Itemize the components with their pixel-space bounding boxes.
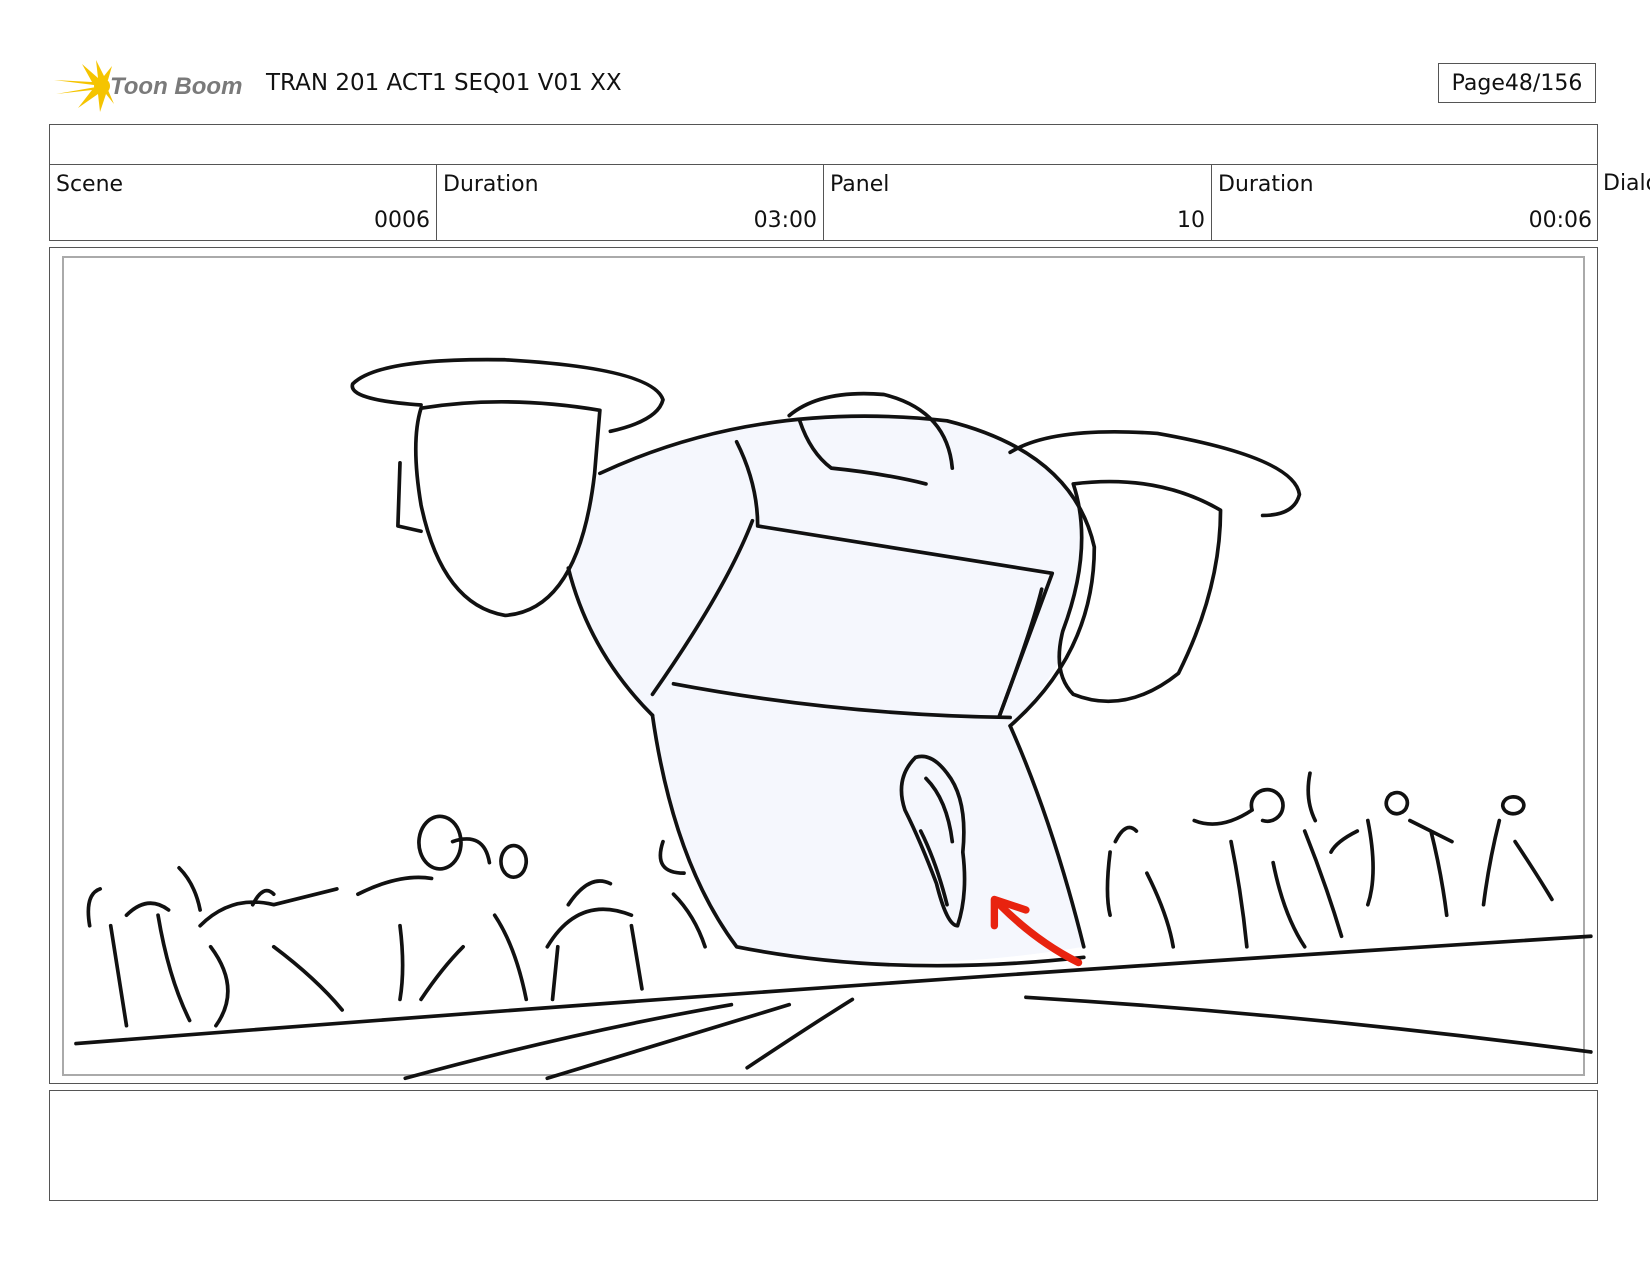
scene-duration-value: 03:00: [753, 208, 817, 233]
panel-label: Panel: [830, 172, 890, 197]
scene-duration-cell: Duration 03:00: [437, 164, 824, 241]
page-number: 48/156: [1504, 70, 1583, 96]
scene-label: Scene: [56, 172, 124, 197]
panel-duration-value: 00:06: [1528, 208, 1592, 233]
panel-duration-cell: Duration 00:06: [1212, 164, 1598, 241]
svg-text:Toon Boom: Toon Boom: [110, 73, 242, 100]
scene-value: 0006: [374, 208, 430, 233]
panel-cell: Panel 10: [824, 164, 1212, 241]
panel-info-table: Scene 0006 Duration 03:00 Panel 10 Durat…: [49, 124, 1598, 241]
notes-box: [49, 1090, 1598, 1201]
page-label: Page: [1451, 70, 1505, 96]
panel-value: 10: [1177, 208, 1205, 233]
panel-image-area: [62, 256, 1585, 1076]
scene-cell: Scene 0006: [50, 164, 437, 241]
page-indicator: Page 48/156: [1438, 63, 1596, 103]
dialog-label: Dialo: [1603, 171, 1650, 196]
table-header-row: [50, 125, 1597, 165]
toon-boom-logo: Toon Boom: [54, 60, 242, 112]
panel-duration-label: Duration: [1218, 172, 1314, 197]
document-title: TRAN 201 ACT1 SEQ01 V01 XX: [266, 70, 622, 96]
scene-duration-label: Duration: [443, 172, 539, 197]
